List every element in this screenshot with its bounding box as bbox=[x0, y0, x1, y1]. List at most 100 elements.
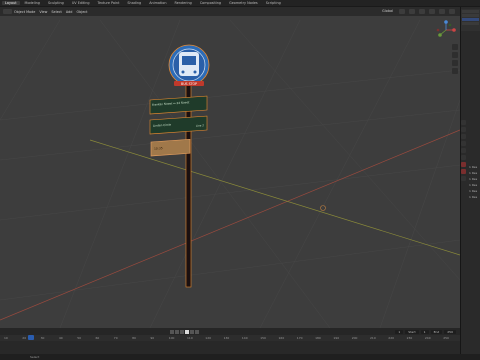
shading-solid-button[interactable] bbox=[429, 9, 435, 14]
x-axis-line bbox=[0, 129, 460, 321]
prev-keyframe-icon[interactable] bbox=[175, 329, 179, 334]
grid-icon[interactable] bbox=[452, 68, 458, 74]
play-icon[interactable] bbox=[185, 329, 189, 334]
scene-tab-icon[interactable] bbox=[461, 148, 466, 153]
end-frame-field[interactable]: 250 bbox=[444, 329, 456, 334]
ruler-tick-label: 200 bbox=[351, 336, 358, 340]
ruler-tick-label: 50 bbox=[77, 336, 82, 340]
outliner-row-selected[interactable] bbox=[462, 18, 479, 21]
route-board-2[interactable]: Linden Circle Line 2 bbox=[149, 115, 208, 135]
floor-grid bbox=[0, 19, 460, 328]
xray-toggle[interactable] bbox=[419, 9, 425, 14]
x-axis-icon[interactable] bbox=[452, 28, 456, 32]
editor-type-button[interactable] bbox=[3, 9, 12, 14]
workspace-tab[interactable]: Shading bbox=[124, 1, 144, 5]
timeline-header: 1 Start 1 End 250 bbox=[0, 328, 460, 335]
camera-icon[interactable] bbox=[452, 60, 458, 66]
modifier-tab-icon[interactable] bbox=[461, 169, 466, 174]
workspace-tabs: Layout Modeling Sculpting UV Editing Texture… bbox=[0, 0, 480, 7]
ruler-tick-label: 220 bbox=[388, 336, 395, 340]
workspace-tab[interactable]: Geometry Nodes bbox=[226, 1, 261, 5]
workspace-tab[interactable]: UV Editing bbox=[69, 1, 93, 5]
workspace-tab[interactable]: Texture Paint bbox=[95, 1, 123, 5]
object-tab-icon[interactable] bbox=[461, 162, 466, 167]
ruler-tick-label: 190 bbox=[333, 336, 340, 340]
bus-icon bbox=[179, 52, 199, 76]
ruler-tick-label: 180 bbox=[315, 336, 321, 340]
workspace-tab[interactable]: Sculpting bbox=[45, 1, 67, 5]
status-bar: Select bbox=[0, 354, 480, 360]
ruler-tick-label: 40 bbox=[58, 336, 63, 340]
material-tab-icon[interactable] bbox=[461, 176, 466, 181]
ruler-tick-label: 80 bbox=[132, 336, 136, 340]
time-board-text: 10:35 bbox=[154, 146, 163, 151]
route-board-2-line: Line 2 bbox=[196, 123, 204, 128]
tool-tab-icon[interactable] bbox=[461, 120, 466, 125]
properties-item[interactable]: 1 Res bbox=[469, 194, 477, 200]
ruler-tick-label: 130 bbox=[223, 336, 230, 340]
outliner-row[interactable] bbox=[462, 22, 479, 25]
workspace-tab[interactable]: Animation bbox=[146, 1, 169, 5]
properties-list: 1 Res 1 Res 1 Res 1 Res 1 Res 1 Res bbox=[469, 164, 477, 200]
properties-tabs bbox=[461, 120, 467, 183]
y-axis-icon[interactable] bbox=[438, 33, 442, 37]
ruler-tick-label: 170 bbox=[296, 336, 303, 340]
ruler-tick-label: 60 bbox=[95, 336, 100, 340]
z-axis-icon[interactable] bbox=[444, 20, 448, 24]
snap-toggle[interactable] bbox=[399, 9, 405, 14]
ruler-tick-label: 100 bbox=[168, 336, 175, 340]
ruler-tick-label: 90 bbox=[150, 336, 155, 340]
pan-hand-icon[interactable] bbox=[452, 52, 458, 58]
playback-controls bbox=[170, 329, 199, 334]
viewport-header: Object Mode View Select Add Object Globa… bbox=[0, 7, 460, 16]
overlay-toggle[interactable] bbox=[409, 9, 415, 14]
end-label: End bbox=[430, 329, 443, 334]
world-tab-icon[interactable] bbox=[461, 155, 466, 160]
zoom-icon[interactable] bbox=[452, 44, 458, 50]
ruler-tick-label: 150 bbox=[260, 336, 266, 340]
ruler-tick-label: 240 bbox=[424, 336, 431, 340]
transform-orientation[interactable]: Global bbox=[382, 9, 393, 14]
start-frame-field[interactable]: 1 bbox=[420, 329, 429, 334]
shading-render-button[interactable] bbox=[449, 9, 455, 14]
workspace-tab[interactable]: Layout bbox=[2, 1, 20, 5]
view-menu[interactable]: View bbox=[39, 10, 47, 14]
current-frame-field[interactable]: 1 bbox=[395, 329, 404, 334]
outliner bbox=[461, 9, 480, 31]
mode-select[interactable]: Object Mode bbox=[14, 10, 35, 14]
workspace-tab[interactable]: Scripting bbox=[263, 1, 284, 5]
ruler-tick-label: 110 bbox=[187, 336, 193, 340]
object-menu[interactable]: Object bbox=[76, 10, 87, 14]
status-text: Select bbox=[30, 355, 40, 359]
output-tab-icon[interactable] bbox=[461, 134, 466, 139]
ruler-tick-label: 120 bbox=[205, 336, 212, 340]
shading-material-button[interactable] bbox=[439, 9, 445, 14]
outliner-row-collection[interactable] bbox=[462, 14, 479, 17]
y-axis-line bbox=[89, 139, 460, 256]
sign-banner-text: BUS STOP bbox=[181, 82, 197, 86]
jump-end-icon[interactable] bbox=[195, 329, 199, 334]
navigation-gizmo[interactable] bbox=[436, 20, 456, 40]
select-menu[interactable]: Select bbox=[51, 10, 61, 14]
outliner-row-scene[interactable] bbox=[462, 10, 479, 13]
start-label: Start bbox=[405, 329, 419, 334]
ruler-tick-label: 20 bbox=[22, 336, 27, 340]
workspace-tab[interactable]: Modeling bbox=[22, 1, 43, 5]
view-layer-tab-icon[interactable] bbox=[461, 141, 466, 146]
ruler-tick-label: 250 bbox=[443, 336, 449, 340]
ruler-tick-label: 160 bbox=[278, 336, 285, 340]
workspace-tab[interactable]: Rendering bbox=[171, 1, 194, 5]
time-board[interactable]: 10:35 bbox=[150, 138, 191, 157]
ruler-tick-label: 230 bbox=[406, 336, 413, 340]
jump-start-icon[interactable] bbox=[170, 329, 174, 334]
timeline-body[interactable] bbox=[0, 341, 460, 354]
play-reverse-icon[interactable] bbox=[180, 329, 184, 334]
next-keyframe-icon[interactable] bbox=[190, 329, 194, 334]
render-tab-icon[interactable] bbox=[461, 127, 466, 132]
workspace-tab[interactable]: Compositing bbox=[197, 1, 224, 5]
ruler-tick-label: 70 bbox=[113, 336, 118, 340]
frame-range: 1 Start 1 End 250 bbox=[395, 329, 456, 334]
playhead[interactable] bbox=[28, 335, 34, 340]
add-menu[interactable]: Add bbox=[66, 10, 73, 14]
3d-viewport[interactable]: BUS STOP Franklin Street ↔ 24 Street Lin… bbox=[0, 16, 460, 328]
